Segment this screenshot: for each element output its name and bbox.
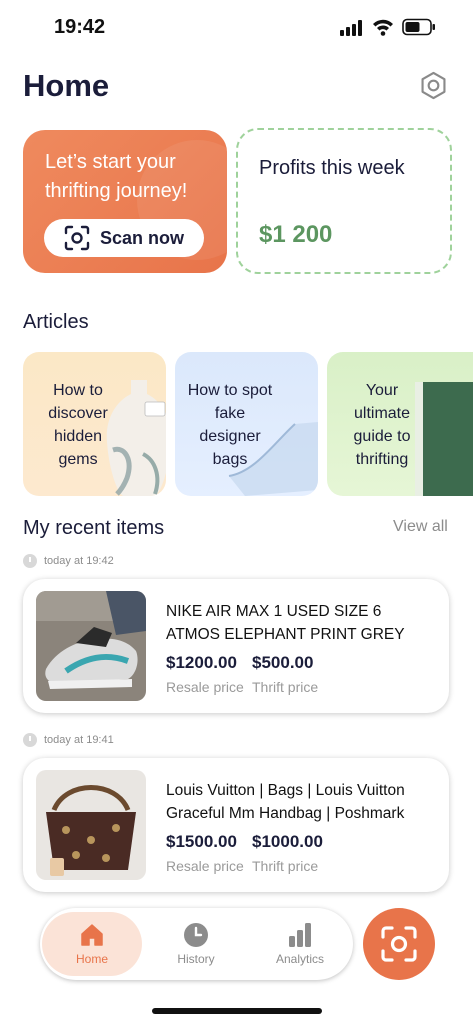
bar-chart-icon xyxy=(289,923,311,947)
hero-text: Let’s start your thrifting journey! xyxy=(45,151,188,202)
article-title: Your ultimate guide to thrifting xyxy=(353,382,411,468)
tab-history[interactable]: History xyxy=(146,912,246,976)
profits-value: $1 200 xyxy=(259,221,333,248)
gear-icon[interactable] xyxy=(418,70,449,101)
clock-icon xyxy=(23,733,37,747)
recent-item-card[interactable]: Louis Vuitton | Bags | Louis Vuitton Gra… xyxy=(23,758,449,892)
article-title: How to spot fake designer bags xyxy=(187,382,273,468)
status-bar: 19:42 xyxy=(0,0,473,56)
resale-price: $1200.00 xyxy=(166,653,237,672)
profits-label: Profits this week xyxy=(259,157,405,179)
item-thumbnail-sneaker xyxy=(36,591,146,701)
scan-now-button[interactable]: Scan now xyxy=(44,219,204,257)
item-name: Louis Vuitton | Bags | Louis Vuitton Gra… xyxy=(166,782,405,822)
thrift-price: $500.00 xyxy=(252,653,314,672)
bottom-nav: Home History Analytics xyxy=(40,908,353,980)
wifi-icon xyxy=(373,19,393,36)
articles-heading: Articles xyxy=(23,311,89,333)
thrift-price: $1000.00 xyxy=(252,832,323,851)
tab-label: Analytics xyxy=(275,952,325,966)
view-all-link[interactable]: View all xyxy=(393,518,448,536)
clock-icon xyxy=(23,554,37,568)
resale-price: $1500.00 xyxy=(166,832,237,851)
scan-fab-button[interactable] xyxy=(363,908,435,980)
clock-icon xyxy=(184,923,208,947)
home-icon xyxy=(81,924,103,946)
tab-label: History xyxy=(177,952,215,966)
item-timestamp: today at 19:41 xyxy=(23,733,114,747)
timestamp-text: today at 19:42 xyxy=(44,555,114,567)
item-name: NIKE AIR MAX 1 USED SIZE 6 ATMOS ELEPHAN… xyxy=(166,603,405,643)
scan-icon xyxy=(64,225,90,251)
recent-item-card[interactable]: NIKE AIR MAX 1 USED SIZE 6 ATMOS ELEPHAN… xyxy=(23,579,449,713)
article-card-hidden-gems[interactable]: How to discover hidden gems xyxy=(23,352,166,496)
home-indicator xyxy=(152,1008,322,1014)
cellular-signal-icon xyxy=(340,20,362,36)
timestamp-text: today at 19:41 xyxy=(44,734,114,746)
tab-label: Home xyxy=(75,952,108,966)
page-title: Home xyxy=(23,68,110,103)
item-thumbnail-handbag xyxy=(36,770,146,880)
thrift-price-label: Thrift price xyxy=(252,858,319,874)
scan-icon xyxy=(381,926,417,962)
start-thrifting-card: Let’s start your thrifting journey! Scan… xyxy=(23,130,227,273)
article-card-fake-bags[interactable]: How to spot fake designer bags xyxy=(175,352,318,496)
tab-analytics[interactable]: Analytics xyxy=(250,912,350,976)
articles-carousel[interactable]: How to discover hidden gems How to spot … xyxy=(23,352,473,496)
status-time: 19:42 xyxy=(54,16,106,38)
article-card-thrifting-guide[interactable]: Your ultimate guide to thrifting xyxy=(327,352,473,496)
resale-price-label: Resale price xyxy=(166,679,244,695)
thrift-price-label: Thrift price xyxy=(252,679,319,695)
resale-price-label: Resale price xyxy=(166,858,244,874)
scan-now-label: Scan now xyxy=(99,227,184,248)
profits-card: Profits this week $1 200 xyxy=(236,128,452,274)
item-timestamp: today at 19:42 xyxy=(23,554,114,568)
battery-icon xyxy=(402,18,435,36)
article-title: How to discover hidden gems xyxy=(48,382,108,468)
tab-home[interactable]: Home xyxy=(42,912,142,976)
recent-items-heading: My recent items xyxy=(23,517,165,539)
